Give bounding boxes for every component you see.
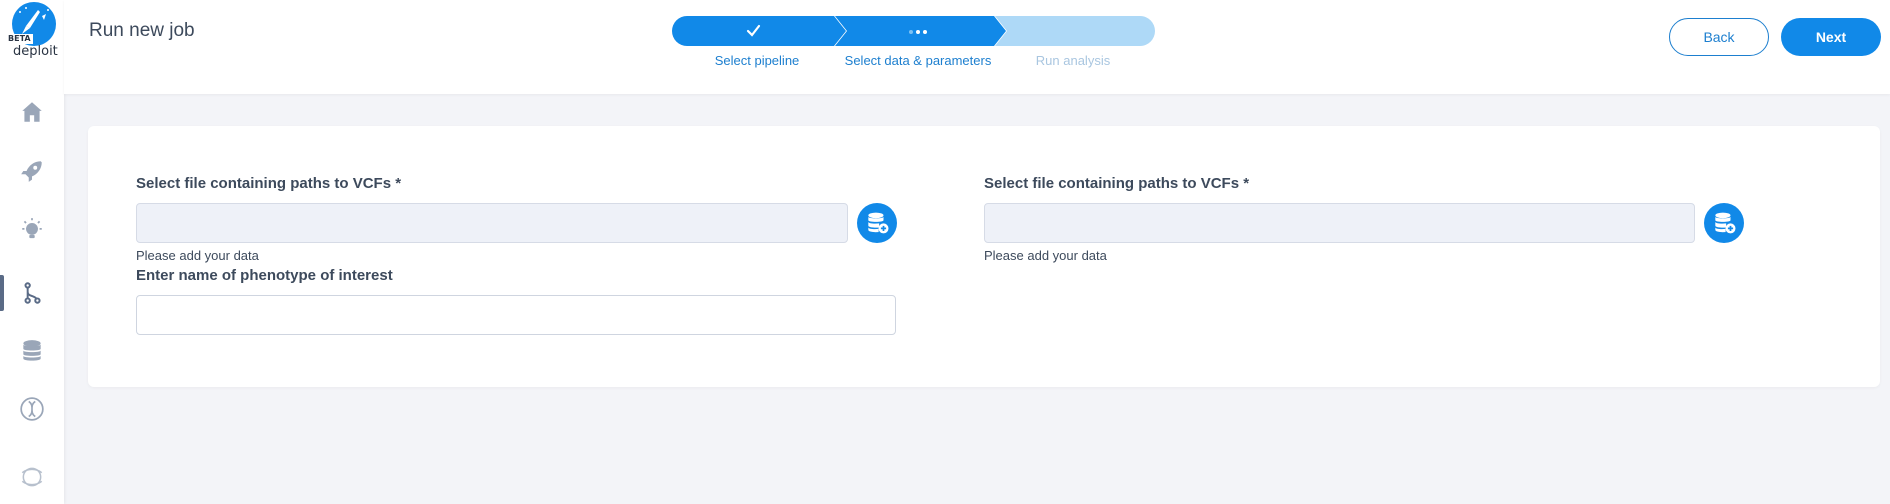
next-button[interactable]: Next xyxy=(1781,18,1881,56)
vcf-file-input-right[interactable] xyxy=(984,203,1695,243)
database-add-icon xyxy=(1715,212,1736,234)
dna-icon xyxy=(20,397,44,421)
step-label-run-analysis: Run analysis xyxy=(1035,53,1111,68)
sidebar-item-ideas[interactable] xyxy=(0,208,64,252)
vcf-file-label-right: Select file containing paths to VCFs * xyxy=(984,175,1250,192)
sidebar-item-genomics[interactable] xyxy=(0,387,64,431)
dots-icon xyxy=(909,30,927,34)
add-data-button-right[interactable] xyxy=(1704,203,1744,243)
home-icon xyxy=(22,102,42,122)
page-title: Run new job xyxy=(89,20,195,41)
phenotype-input[interactable] xyxy=(136,295,896,335)
step-1-segment[interactable] xyxy=(672,16,846,46)
database-add-icon xyxy=(868,212,889,234)
add-data-button-left[interactable] xyxy=(857,203,897,243)
branch-icon xyxy=(24,282,41,304)
beta-badge: BETA xyxy=(6,34,33,44)
logo-text: deploit xyxy=(13,44,58,59)
vcf-file-label-left: Select file containing paths to VCFs * xyxy=(136,175,402,192)
phenotype-label: Enter name of phenotype of interest xyxy=(136,267,393,284)
vcf-file-helper-left: Please add your data xyxy=(136,248,259,263)
step-2-segment[interactable] xyxy=(835,16,1006,46)
step-label-select-data[interactable]: Select data & parameters xyxy=(845,53,992,68)
sidebar-item-community[interactable] xyxy=(0,455,64,499)
step-3-segment xyxy=(995,16,1155,46)
form-card: Select file containing paths to VCFs * P… xyxy=(88,126,1880,387)
lightbulb-icon xyxy=(22,218,42,239)
database-icon xyxy=(23,340,41,361)
rocket-icon xyxy=(21,161,42,182)
app-logo[interactable]: BETA deploit xyxy=(0,0,64,64)
page-header: Run new job Select pipeline Select data … xyxy=(64,0,1890,94)
progress-stepper xyxy=(672,16,1155,46)
vcf-file-input-left[interactable] xyxy=(136,203,848,243)
vcf-file-helper-right: Please add your data xyxy=(984,248,1107,263)
step-label-select-pipeline[interactable]: Select pipeline xyxy=(715,53,800,68)
globe-icon xyxy=(21,467,43,487)
sidebar-item-home[interactable] xyxy=(0,90,64,134)
sidebar-item-pipelines[interactable] xyxy=(0,149,64,193)
sidebar-item-jobs[interactable] xyxy=(0,271,64,315)
sidebar: BETA deploit xyxy=(0,0,64,504)
back-button[interactable]: Back xyxy=(1669,18,1769,56)
sidebar-item-data[interactable] xyxy=(0,329,64,373)
